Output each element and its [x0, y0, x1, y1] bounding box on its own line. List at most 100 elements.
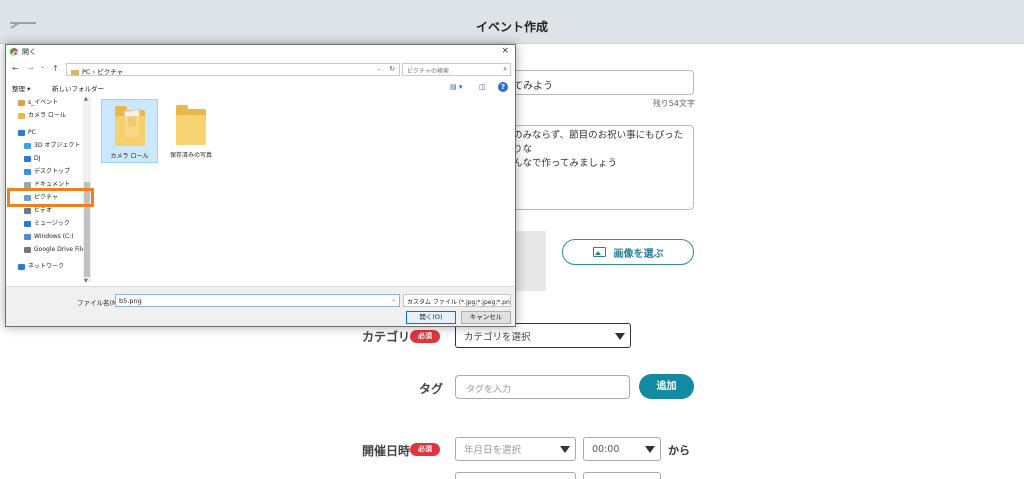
forward-icon[interactable]: →: [27, 64, 34, 73]
preview-pane-icon[interactable]: ◫: [479, 83, 486, 91]
image-icon: [592, 247, 606, 257]
cancel-button[interactable]: キャンセル: [461, 311, 511, 324]
sidebar-item-windows-c[interactable]: Windows (C:): [24, 232, 74, 242]
sidebar-item-camera-roll[interactable]: カメラ ロール: [18, 111, 66, 121]
search-placeholder: ピクチャの検索: [407, 68, 449, 75]
file-list-pane: カメラ ロール 保存済みの写真: [94, 97, 515, 284]
tag-input[interactable]: タグを入力: [455, 375, 630, 399]
search-icon: ⌕: [503, 65, 507, 73]
sidebar-item-label: カメラ ロール: [28, 112, 66, 119]
end-date-select[interactable]: [455, 472, 576, 479]
desktop-icon: [24, 168, 31, 175]
recent-locations-icon[interactable]: ⌄: [40, 63, 45, 70]
dialog-title: 開く: [22, 48, 36, 56]
navigation-row: ← → ⌄ ↑ PC › ピクチャ ⌄ ↻ ピクチャの検索 ⌕: [6, 63, 515, 77]
sidebar-item-s-event[interactable]: s_イベント: [18, 98, 58, 108]
date-select-value: 年月日を選択: [464, 445, 522, 456]
scroll-up-icon[interactable]: ▲: [84, 96, 88, 102]
download-icon: [24, 155, 31, 162]
tag-label: タグ: [419, 382, 444, 396]
user-folder-icon: [18, 99, 25, 106]
address-path: PC › ピクチャ: [82, 68, 124, 76]
open-button[interactable]: 開く(O): [406, 311, 456, 324]
computer-icon: [18, 129, 25, 136]
remaining-characters: 残り54文字: [652, 99, 695, 108]
filename-value: b5.png: [119, 297, 142, 305]
chevron-down-icon[interactable]: ⌄: [377, 66, 381, 72]
choose-image-button[interactable]: 画像を選ぶ: [562, 239, 694, 265]
pictures-highlight-box: [7, 188, 94, 207]
folder-saved-pictures[interactable]: 保存済みの写真: [161, 99, 221, 163]
sidebar-item-label: PC: [28, 129, 36, 136]
required-badge: 必須: [410, 330, 440, 343]
category-label: カテゴリ: [362, 330, 411, 344]
organize-button[interactable]: 整理 ▾: [12, 83, 30, 93]
end-time-select[interactable]: [583, 472, 661, 479]
chrome-icon: [10, 48, 18, 56]
refresh-icon[interactable]: ↻: [389, 65, 395, 73]
chevron-down-icon: [615, 332, 625, 340]
document-icon: [24, 181, 31, 188]
sidebar-item-label: 3D オブジェクト: [34, 142, 81, 149]
sidebar-item-label: DJ: [34, 155, 41, 162]
add-tag-button[interactable]: 追加: [639, 374, 694, 399]
folder-icon: [18, 112, 25, 119]
chevron-down-icon: [645, 446, 655, 453]
sidebar-item-downloads[interactable]: DJ: [24, 154, 40, 164]
date-label: 開催日時: [362, 444, 411, 458]
sidebar-item-label: デスクトップ: [34, 168, 71, 175]
sidebar-item-music[interactable]: ミュージック: [24, 219, 70, 229]
sidebar-item-videos[interactable]: ビデオ: [24, 206, 52, 216]
cube-icon: [24, 142, 31, 149]
folder-icon: [114, 106, 145, 146]
folder-icon: [71, 69, 79, 75]
description-line: んなで作ってみましょう: [513, 158, 618, 169]
file-label: カメラ ロール: [110, 153, 149, 160]
folder-icon: [176, 105, 206, 145]
music-icon: [24, 220, 31, 227]
drive-icon: [24, 233, 31, 240]
drive-icon: [24, 246, 31, 253]
sidebar-item-pc[interactable]: PC: [18, 128, 36, 138]
new-folder-button[interactable]: 新しいフォルダー: [52, 83, 104, 93]
sidebar-item-google-drive[interactable]: Google Drive File: [24, 245, 85, 255]
network-icon: [18, 263, 25, 270]
help-icon[interactable]: ?: [498, 82, 508, 92]
up-folder-icon[interactable]: ↑: [52, 64, 59, 73]
sidebar-item-label: Google Drive File: [34, 246, 86, 253]
sidebar-item-network[interactable]: ネットワーク: [18, 262, 64, 272]
video-icon: [24, 207, 31, 214]
sidebar-item-3d-objects[interactable]: 3D オブジェクト: [24, 141, 80, 151]
sidebar-item-label: ビデオ: [34, 207, 53, 214]
choose-image-label: 画像を選ぶ: [613, 248, 664, 260]
time-select[interactable]: 00:00: [583, 437, 661, 461]
file-label: 保存済みの写真: [169, 152, 212, 159]
chevron-down-icon[interactable]: ⌄: [392, 297, 396, 303]
image-preview-placeholder: [512, 231, 546, 291]
page-title: イベント作成: [475, 20, 548, 34]
dialog-titlebar: 開く ×: [6, 45, 515, 59]
sidebar-item-label: ミュージック: [34, 220, 70, 227]
date-select[interactable]: 年月日を選択: [455, 437, 576, 461]
dialog-bottom-area: ファイル名(N): b5.png ⌄ カスタム ファイル (*.jpg;*.jp…: [6, 286, 515, 326]
address-bar[interactable]: PC › ピクチャ ⌄ ↻: [66, 63, 400, 76]
close-icon[interactable]: ×: [501, 46, 509, 56]
sidebar-item-label: s_イベント: [28, 99, 59, 106]
filename-input[interactable]: b5.png ⌄: [115, 294, 400, 307]
view-options-icon[interactable]: ▤ ▾: [450, 83, 462, 91]
file-open-dialog: 開く × ← → ⌄ ↑ PC › ピクチャ ⌄ ↻ ピクチャの検索 ⌕ 整理 …: [5, 44, 516, 327]
chevron-down-icon: [560, 446, 570, 453]
page-header: イベント作成: [0, 0, 1024, 44]
from-label: から: [668, 444, 690, 457]
folder-camera-roll[interactable]: カメラ ロール: [101, 99, 158, 163]
sidebar-item-label: ネットワーク: [28, 263, 65, 270]
sidebar-item-desktop[interactable]: デスクトップ: [24, 167, 70, 177]
sidebar-item-label: ドキュメント: [34, 181, 71, 188]
filetype-select[interactable]: カスタム ファイル (*.jpg;*.jpeg;*.pn: [403, 294, 511, 307]
scroll-down-icon[interactable]: ▼: [84, 278, 88, 284]
search-input[interactable]: ピクチャの検索 ⌕: [402, 63, 511, 76]
back-icon[interactable]: ←: [12, 64, 19, 73]
time-select-value: 00:00: [592, 443, 620, 455]
description-line: のみならず、節目のお祝い事にもぴったりな: [513, 130, 684, 155]
dialog-toolbar: 整理 ▾ 新しいフォルダー ▤ ▾ ◫ ?: [6, 82, 515, 94]
